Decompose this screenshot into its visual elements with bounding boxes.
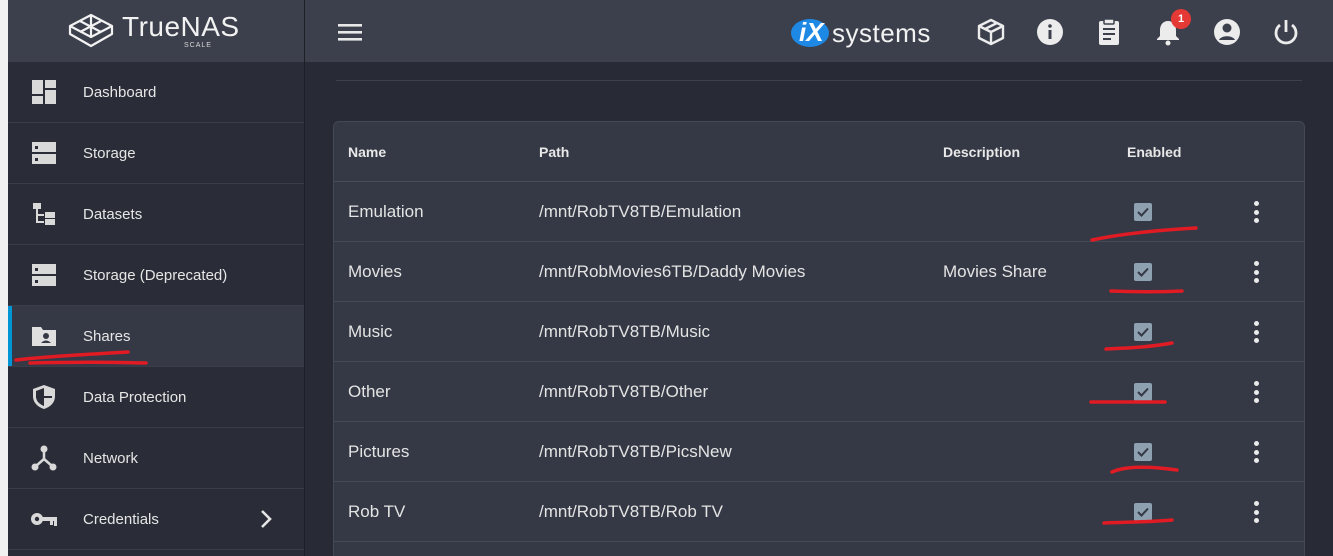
share-description: Movies Share	[943, 262, 1047, 281]
row-actions-icon[interactable]	[1247, 259, 1265, 285]
share-name: Music	[348, 322, 393, 341]
share-path: /mnt/RobTV8TB/Rob TV	[539, 502, 723, 521]
sidebar-item-label: Data Protection	[83, 388, 187, 406]
row-actions-icon[interactable]	[1247, 199, 1265, 225]
key-icon	[30, 505, 58, 533]
share-name: Other	[348, 382, 391, 401]
ix-logo-mark: iX	[799, 17, 824, 47]
table-header-row: Name Path Description Enabled	[334, 122, 1304, 182]
table-row: Rob TV /mnt/RobTV8TB/Rob TV	[334, 482, 1304, 542]
divider	[336, 80, 1302, 81]
table-row: Movies /mnt/RobMovies6TB/Daddy Movies Mo…	[334, 242, 1304, 302]
table-row: Pictures /mnt/RobTV8TB/PicsNew	[334, 422, 1304, 482]
table-row: Emulation /mnt/RobTV8TB/Emulation	[334, 182, 1304, 242]
share-path: /mnt/RobTV8TB/Music	[539, 322, 710, 341]
enabled-checkbox[interactable]	[1134, 323, 1152, 341]
notification-count-badge: 1	[1171, 9, 1191, 29]
share-name: Movies	[348, 262, 402, 281]
column-header-path[interactable]: Path	[539, 144, 569, 160]
enabled-checkbox[interactable]	[1134, 443, 1152, 461]
share-name: Rob TV	[348, 502, 406, 521]
sidebar-item-label: Datasets	[83, 205, 143, 223]
account-icon[interactable]	[1212, 17, 1242, 47]
sidebar-item-label: Credentials	[83, 510, 159, 528]
top-toolbar: iX systems 1	[305, 0, 1333, 62]
sidebar-item-datasets[interactable]: Datasets	[8, 184, 304, 245]
background-window-edge	[0, 0, 8, 556]
brand-header[interactable]: TrueNAS SCALE	[8, 0, 304, 62]
row-actions-icon[interactable]	[1247, 499, 1265, 525]
datasets-icon	[30, 200, 58, 228]
clipboard-icon[interactable]	[1094, 17, 1124, 47]
truecommand-icon[interactable]	[976, 17, 1006, 47]
chevron-right-icon	[261, 510, 272, 528]
sidebar-item-network[interactable]: Network	[8, 428, 304, 489]
table-row: Music /mnt/RobTV8TB/Music	[334, 302, 1304, 362]
brand-name: TrueNAS	[122, 11, 240, 42]
row-actions-icon[interactable]	[1247, 379, 1265, 405]
enabled-checkbox[interactable]	[1134, 203, 1152, 221]
sidebar-item-label: Storage	[83, 144, 136, 162]
sidebar-item-label: Dashboard	[83, 83, 157, 101]
row-actions-icon[interactable]	[1247, 439, 1265, 465]
folder-shared-icon	[30, 322, 58, 350]
shares-table: Name Path Description Enabled Emulation …	[333, 121, 1305, 556]
sidebar-item-dashboard[interactable]: Dashboard	[8, 62, 304, 123]
share-name: Pictures	[348, 442, 410, 461]
table-row: Other /mnt/RobTV8TB/Other	[334, 362, 1304, 422]
share-path: /mnt/RobTV8TB/Emulation	[539, 202, 742, 221]
sidebar: TrueNAS SCALE Dashboard Storage Datasets…	[8, 0, 305, 556]
network-icon	[30, 444, 58, 472]
sidebar-item-data-protection[interactable]: Data Protection	[8, 367, 304, 428]
power-icon[interactable]	[1271, 17, 1301, 47]
sidebar-item-storage-deprecated[interactable]: Storage (Deprecated)	[8, 245, 304, 306]
sidebar-item-label: Storage (Deprecated)	[83, 266, 228, 284]
enabled-checkbox[interactable]	[1134, 503, 1152, 521]
sidebar-item-shares[interactable]: Shares	[8, 306, 304, 367]
share-path: /mnt/RobTV8TB/PicsNew	[539, 442, 732, 461]
column-header-description[interactable]: Description	[943, 144, 1020, 160]
share-name: Emulation	[348, 202, 424, 221]
dashboard-icon	[30, 78, 58, 106]
sidebar-item-credentials[interactable]: Credentials	[8, 489, 304, 550]
ixsystems-logo[interactable]: iX systems	[789, 14, 939, 50]
sidebar-item-storage[interactable]: Storage	[8, 123, 304, 184]
storage-icon	[30, 139, 58, 167]
brand-edition: SCALE	[184, 42, 212, 49]
share-path: /mnt/RobMovies6TB/Daddy Movies	[539, 262, 806, 281]
column-header-name[interactable]: Name	[348, 144, 386, 160]
truenas-logo-icon	[68, 13, 114, 48]
storage-deprecated-icon	[30, 261, 58, 289]
menu-icon[interactable]	[335, 20, 365, 44]
enabled-checkbox[interactable]	[1134, 383, 1152, 401]
enabled-checkbox[interactable]	[1134, 263, 1152, 281]
column-header-enabled[interactable]: Enabled	[1127, 144, 1181, 160]
sidebar-item-label: Network	[83, 449, 139, 467]
sidebar-item-label: Shares	[83, 327, 131, 345]
info-icon[interactable]	[1035, 17, 1065, 47]
row-actions-icon[interactable]	[1247, 319, 1265, 345]
share-path: /mnt/RobTV8TB/Other	[539, 382, 709, 401]
ix-logo-text: systems	[832, 18, 931, 48]
shield-icon	[30, 383, 58, 411]
